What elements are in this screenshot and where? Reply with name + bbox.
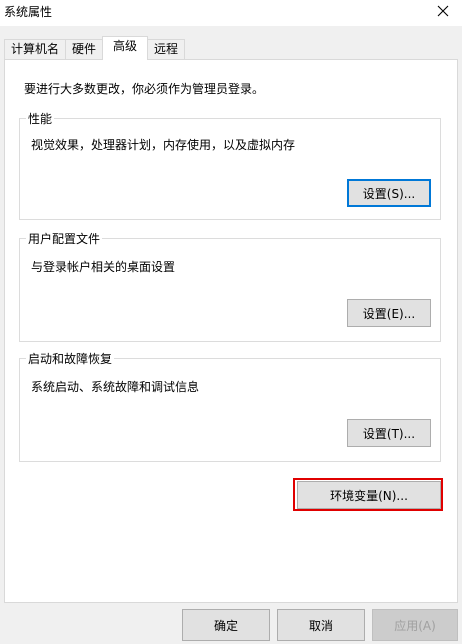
advanced-panel: 要进行大多数更改，你必须作为管理员登录。 性能 视觉效果，处理器计划，内存使用，…	[4, 59, 458, 603]
user-profiles-legend: 用户配置文件	[26, 230, 103, 247]
performance-description: 视觉效果，处理器计划，内存使用，以及虚拟内存	[31, 138, 296, 152]
tab-remote[interactable]: 远程	[147, 39, 186, 60]
ok-button[interactable]: 确定	[182, 609, 270, 641]
close-icon[interactable]	[434, 2, 452, 20]
tab-advanced[interactable]: 高级	[102, 36, 149, 60]
cancel-button[interactable]: 取消	[277, 609, 365, 641]
user-profiles-description: 与登录帐户相关的桌面设置	[31, 260, 176, 274]
tab-strip: 计算机名 硬件 高级 远程	[4, 36, 186, 60]
startup-recovery-settings-button[interactable]: 设置(T)...	[347, 419, 431, 447]
environment-variables-button[interactable]: 环境变量(N)...	[297, 481, 441, 509]
performance-settings-button[interactable]: 设置(S)...	[347, 179, 431, 207]
performance-group: 性能 视觉效果，处理器计划，内存使用，以及虚拟内存 设置(S)...	[19, 110, 441, 220]
startup-recovery-legend: 启动和故障恢复	[26, 350, 115, 367]
title-bar: 系统属性	[0, 0, 462, 26]
tab-computer-name[interactable]: 计算机名	[4, 39, 67, 60]
user-profiles-settings-button[interactable]: 设置(E)...	[347, 299, 431, 327]
tab-hardware[interactable]: 硬件	[65, 39, 104, 60]
user-profiles-group: 用户配置文件 与登录帐户相关的桌面设置 设置(E)...	[19, 230, 441, 342]
apply-button[interactable]: 应用(A)	[372, 609, 458, 641]
startup-recovery-group: 启动和故障恢复 系统启动、系统故障和调试信息 设置(T)...	[19, 350, 441, 462]
window-title: 系统属性	[4, 5, 53, 19]
startup-recovery-description: 系统启动、系统故障和调试信息	[31, 380, 200, 394]
admin-notice: 要进行大多数更改，你必须作为管理员登录。	[24, 82, 265, 96]
performance-legend: 性能	[26, 110, 55, 127]
